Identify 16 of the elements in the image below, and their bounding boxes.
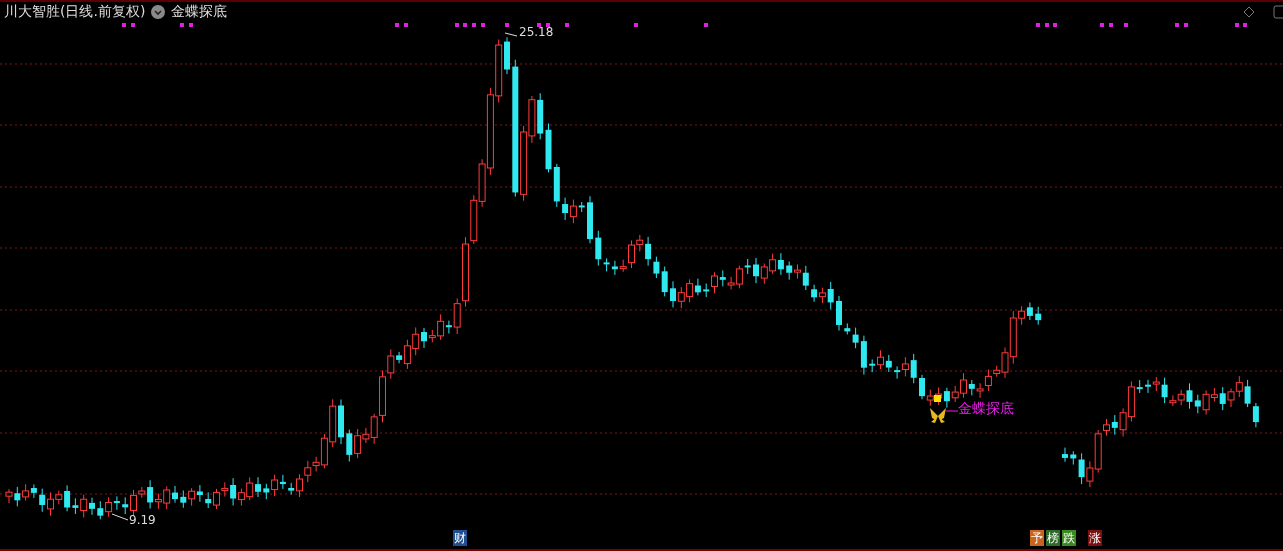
high-price-label: 25.18 bbox=[519, 25, 554, 39]
event-marker[interactable]: 跌 bbox=[1062, 530, 1076, 546]
low-price-label: 9.19 bbox=[129, 513, 156, 527]
chevron-down-icon[interactable] bbox=[151, 5, 166, 19]
diamond-icon[interactable] bbox=[1243, 6, 1255, 18]
event-marker[interactable]: 予 bbox=[1030, 530, 1044, 546]
butterfly-icon bbox=[930, 408, 946, 423]
stock-title: 川大智胜(日线.前复权) bbox=[4, 3, 146, 21]
signal-leader-line bbox=[945, 410, 959, 412]
low-leader-line bbox=[111, 513, 129, 521]
event-marker[interactable]: 财 bbox=[453, 530, 467, 546]
event-marker[interactable]: 涨 bbox=[1088, 530, 1102, 546]
signal-label: 金蝶探底 bbox=[958, 400, 1014, 418]
indicator-name[interactable]: 金蝶探底 bbox=[171, 3, 228, 21]
event-marker[interactable]: 榜 bbox=[1046, 530, 1060, 546]
high-leader-line bbox=[504, 32, 518, 37]
